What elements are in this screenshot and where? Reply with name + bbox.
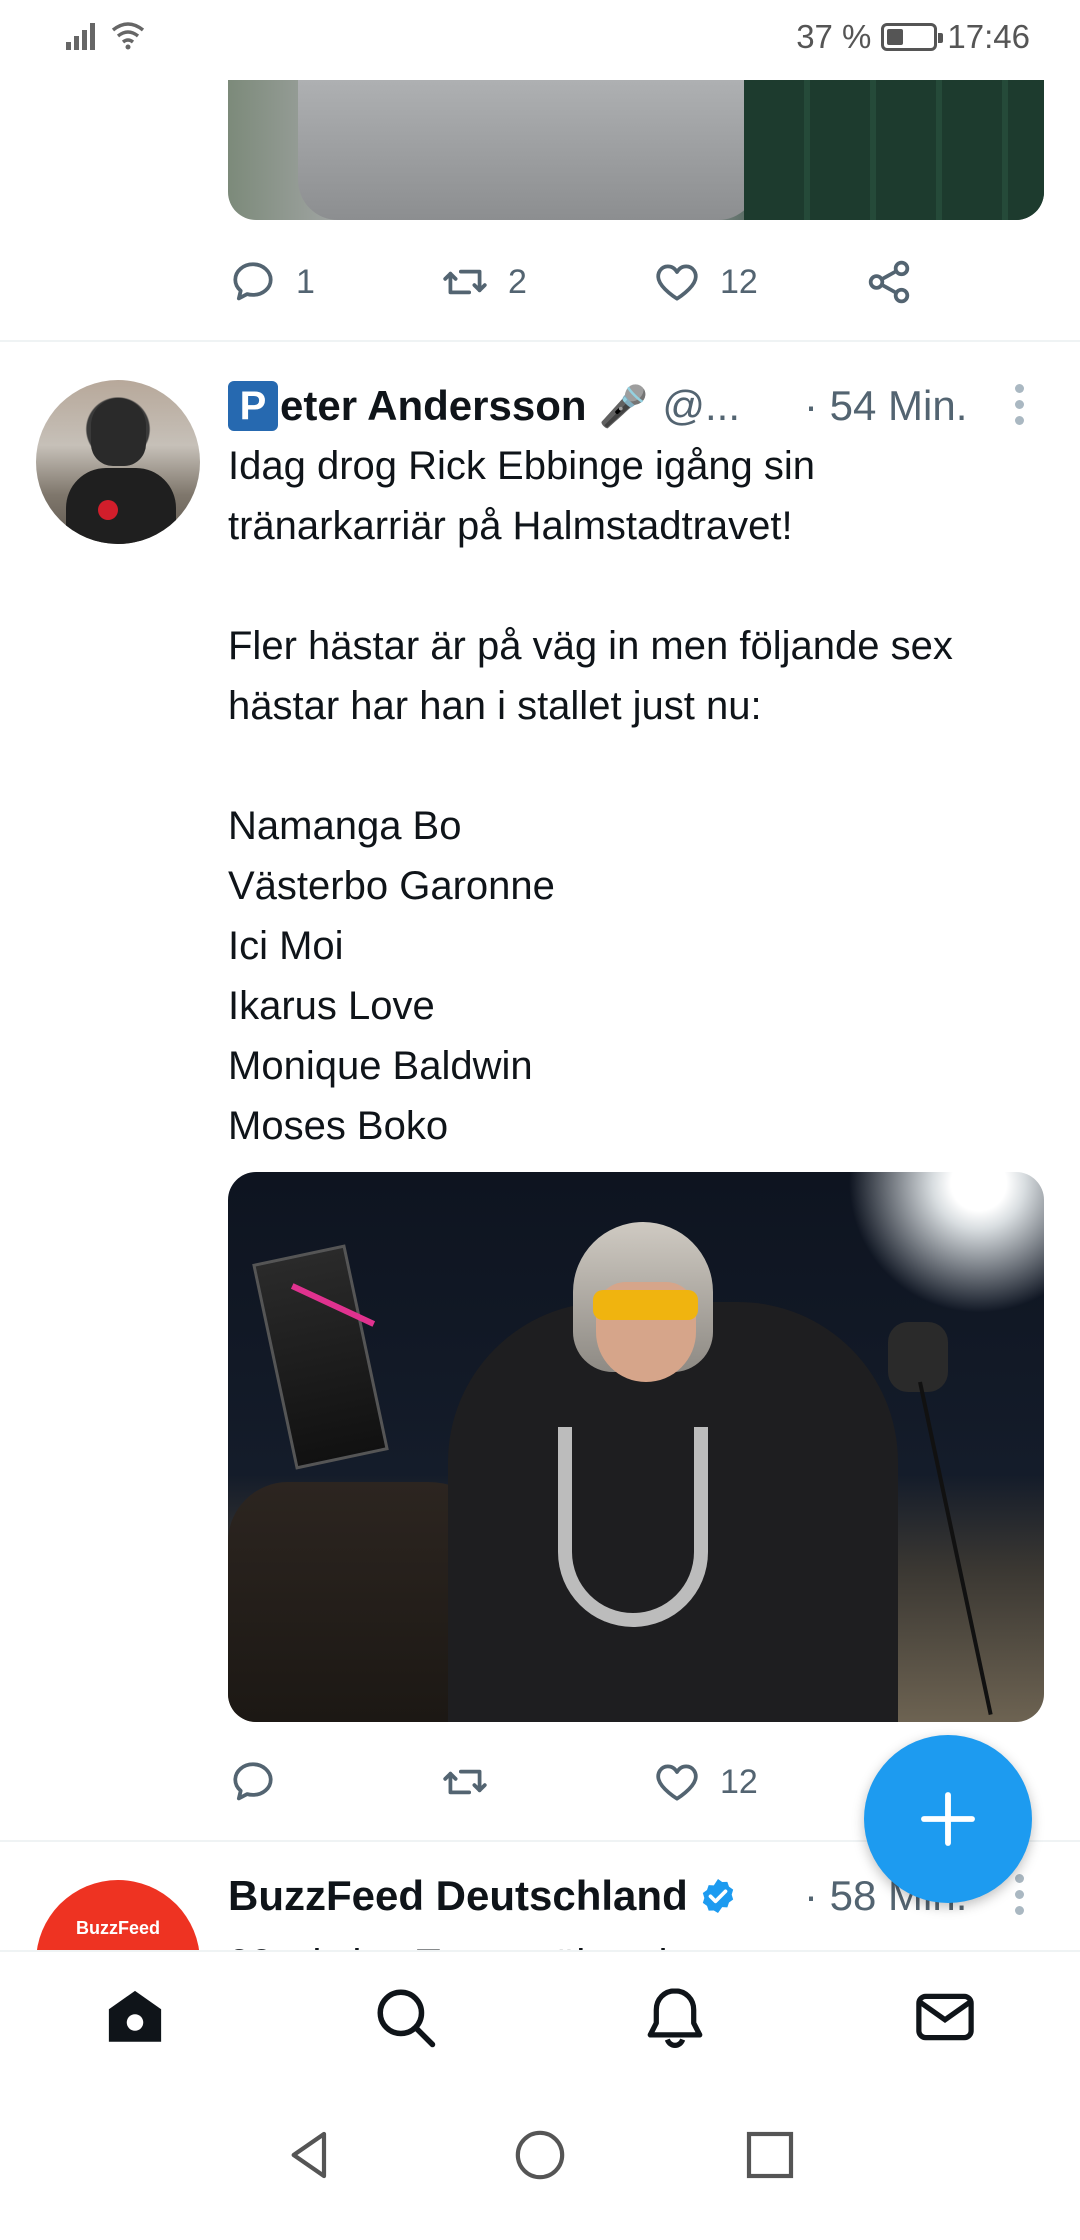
handle[interactable]: @... [662, 382, 740, 430]
nav-home[interactable] [100, 1982, 170, 2052]
like-count: 12 [720, 262, 758, 301]
nav-search[interactable] [370, 1982, 440, 2052]
system-recents-button[interactable] [735, 2120, 805, 2190]
reply-icon [233, 262, 273, 301]
nav-messages[interactable] [910, 1982, 980, 2052]
image-jacket-logo [558, 1427, 708, 1627]
retweet-icon [443, 269, 487, 295]
nav-notifications[interactable] [640, 1982, 710, 2052]
tweet-divider [0, 340, 1080, 342]
tweet-text-line: Fler hästar är på väg in men följande se… [228, 624, 953, 668]
wifi-icon [111, 22, 145, 50]
tweet-time[interactable]: · 54 Min. [804, 382, 967, 430]
tweet-text-line: Monique Baldwin [228, 1044, 533, 1088]
tweet-text-line [228, 736, 1038, 796]
clock: 17:46 [947, 18, 1030, 55]
battery-percent: 37 % [796, 18, 872, 55]
back-triangle-icon [291, 2131, 327, 2179]
reply-button[interactable] [228, 1752, 296, 1812]
like-count: 12 [720, 1762, 758, 1801]
avatar-body [66, 468, 176, 544]
reply-icon [233, 1762, 273, 1801]
image-whip [918, 1381, 993, 1715]
tweet-text-line: Moses Boko [228, 1104, 449, 1148]
image-goggles [593, 1290, 698, 1320]
previous-like-button[interactable]: 12 [652, 252, 758, 312]
recents-square-icon [746, 2131, 794, 2179]
verified-badge-icon [702, 1879, 733, 1913]
system-back-button[interactable] [275, 2120, 345, 2190]
name-emoji: 🎤 [598, 384, 649, 429]
tweet-text: Idag drog Rick Ebbinge igång sin tränark… [228, 436, 1038, 1156]
system-home-button[interactable] [505, 2120, 575, 2190]
reply-count: 1 [296, 262, 315, 301]
heart-icon [656, 264, 698, 301]
compose-tweet-button[interactable] [864, 1735, 1032, 1903]
next-tweet-more-menu[interactable] [1012, 1874, 1026, 1915]
image-subject [298, 80, 758, 220]
avatar-mic [98, 500, 118, 520]
plus-icon [921, 1792, 975, 1846]
home-icon [108, 1990, 162, 2042]
next-tweet-header: BuzzFeed Deutschland [228, 1866, 738, 1926]
tweet-text-line: hästar har han i stallet just nu: [228, 684, 762, 728]
search-icon [377, 1989, 436, 2048]
like-button[interactable]: 12 [652, 1752, 758, 1812]
display-name-initial-badge[interactable]: P [228, 381, 278, 431]
tweet-text-line: tränarkarriär på Halmstadtravet! [228, 504, 793, 548]
system-navigation [0, 2080, 1080, 2240]
tweet-text-line: Namanga Bo [228, 804, 462, 848]
signal-icon [66, 23, 95, 50]
tweet-text-line: Ikarus Love [228, 984, 435, 1028]
share-icon [868, 260, 910, 304]
heart-icon [656, 1764, 698, 1801]
image-trophy [252, 1244, 389, 1470]
status-left [66, 20, 146, 50]
previous-tweet-image[interactable] [228, 80, 1044, 220]
tweet-media-image[interactable] [228, 1172, 1044, 1722]
tweet-time-container: · 54 Min. [804, 376, 967, 436]
retweet-count: 2 [508, 262, 527, 301]
previous-retweet-button[interactable]: 2 [440, 252, 527, 312]
status-bar: 37 % 17:46 [0, 0, 1080, 80]
status-right: 37 % 17:46 [796, 18, 1030, 56]
messages-icon [916, 1993, 974, 2041]
battery-fill [887, 29, 904, 45]
home-circle-icon [515, 2130, 565, 2180]
next-display-name[interactable]: BuzzFeed Deutschland [228, 1872, 688, 1920]
tweet-more-menu[interactable] [1012, 384, 1026, 425]
avatar-logo-text: BuzzFeed [75, 1918, 160, 1938]
previous-reply-button[interactable]: 1 [228, 252, 315, 312]
tweet-text-line [228, 556, 1038, 616]
notifications-icon [647, 1988, 703, 2048]
tweet-text-line: Idag drog Rick Ebbinge igång sin [228, 444, 816, 488]
previous-share-button[interactable] [864, 252, 914, 312]
tweet-text-line: Ici Moi [228, 924, 344, 968]
retweet-button[interactable] [440, 1752, 508, 1812]
avatar[interactable] [36, 380, 200, 544]
avatar-head [91, 398, 146, 466]
bottom-navigation [0, 1950, 1080, 2080]
image-background [744, 80, 1044, 220]
tweet-text-line: Västerbo Garonne [228, 864, 555, 908]
tweet-header: P eter Andersson 🎤 @... [228, 376, 740, 436]
display-name[interactable]: eter Andersson [280, 382, 587, 430]
retweet-icon [443, 1769, 487, 1795]
battery-icon [881, 23, 944, 51]
